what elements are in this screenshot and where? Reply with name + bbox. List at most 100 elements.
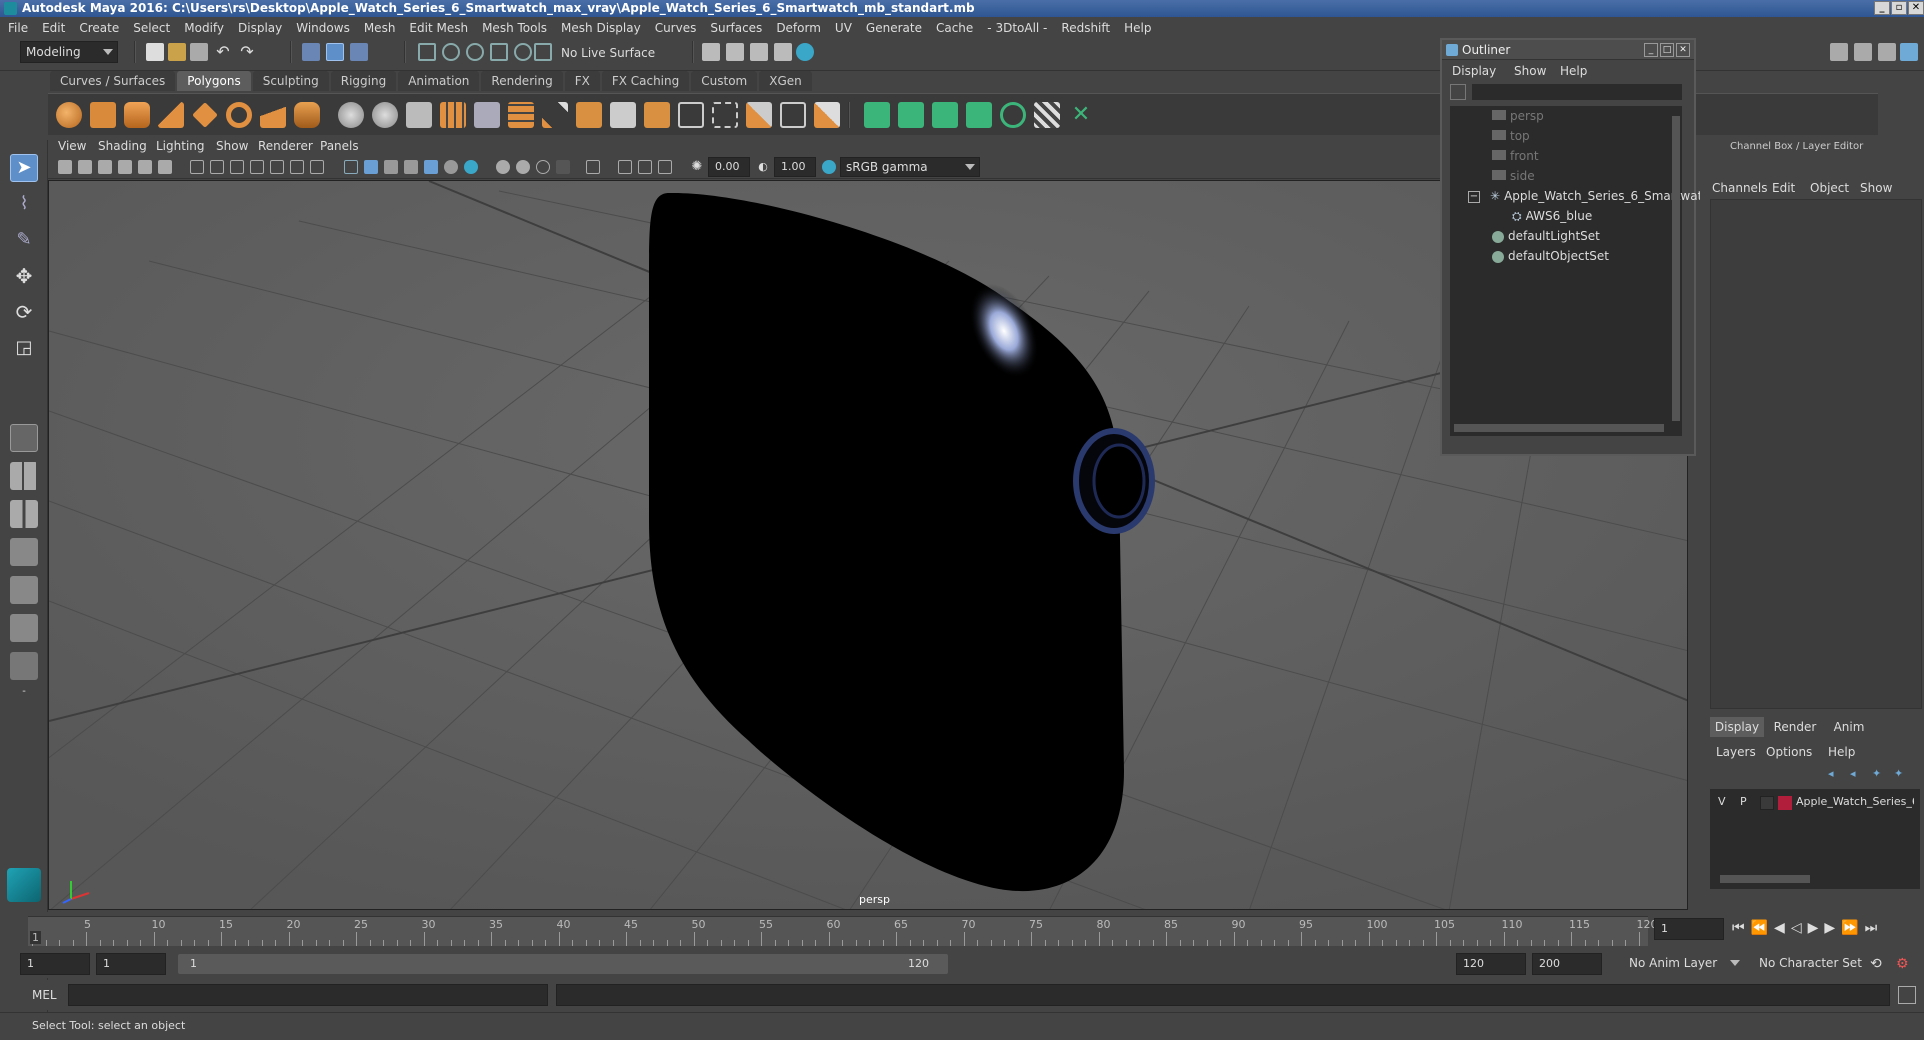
layer-color-swatch[interactable] [1778,796,1792,810]
poly-pipe-icon[interactable] [294,102,320,128]
reduce-icon[interactable] [474,102,500,128]
outliner-minimize-button[interactable]: _ [1644,43,1658,57]
lasso-tool-icon[interactable]: ⌇ [10,190,38,218]
smooth-shade-icon[interactable] [364,160,378,174]
panel-menu-show[interactable]: Show [216,139,248,153]
panel-menu-shading[interactable]: Shading [98,139,147,153]
outliner-filter-icon[interactable] [1450,84,1466,100]
insert-edge-loop-icon[interactable] [678,102,704,128]
current-frame-field[interactable]: 1 [1654,918,1724,940]
ambient-occlusion-icon[interactable] [464,160,478,174]
outliner-item[interactable]: ⛭ AWS6_blue [1512,206,1592,226]
menu-display[interactable]: Display [238,21,282,35]
rotate-tool-icon[interactable]: ⟳ [10,298,38,326]
shelf-tab-polygons[interactable]: Polygons [177,71,251,91]
close-button[interactable]: ✕ [1908,1,1924,15]
layer-playback-toggle[interactable]: P [1740,795,1747,808]
single-perspective-layout-icon[interactable] [10,424,38,452]
paint-select-tool-icon[interactable]: ✎ [10,226,38,254]
view-transform-dropdown[interactable]: sRGB gamma [840,157,980,177]
layout-expand-icon[interactable]: - [10,686,38,700]
outliner-menu-display[interactable]: Display [1452,64,1496,78]
mirror-icon[interactable] [406,102,432,128]
minimize-button[interactable]: _ [1874,1,1890,15]
layer-menu-layers[interactable]: Layers [1716,745,1756,759]
playback-end-field[interactable]: 120 [1456,953,1526,975]
outliner-title-bar[interactable]: Outliner _ □ ✕ [1442,40,1694,60]
outliner-item[interactable]: persp [1492,106,1544,126]
layer-tab-display[interactable]: Display [1710,717,1764,737]
poly-torus-icon[interactable] [226,102,252,128]
camera-attributes-icon[interactable] [78,160,92,174]
layer-scrollbar[interactable] [1720,875,1810,883]
merge-icon[interactable] [746,102,772,128]
outliner-menu-help[interactable]: Help [1560,64,1587,78]
layer-menu-help[interactable]: Help [1828,745,1855,759]
shelf-tab-sculpting[interactable]: Sculpting [252,71,329,91]
outliner-search-field[interactable] [1472,84,1682,100]
command-language-label[interactable]: MEL [32,988,57,1002]
hypershade-icon[interactable] [774,43,792,61]
snap-grid-icon[interactable] [418,43,436,61]
bookmarks-icon[interactable] [98,160,112,174]
layer-tab-render[interactable]: Render [1768,717,1822,737]
select-tool-icon[interactable]: ➤ [10,154,38,182]
script-editor-icon[interactable] [1898,986,1916,1004]
poly-prism-icon[interactable] [260,102,286,128]
toggle-tool-settings-icon[interactable] [1878,43,1896,61]
target-weld-icon[interactable] [780,102,806,128]
uv-spherical-icon[interactable] [932,102,958,128]
menu-set-dropdown[interactable]: Modeling [20,41,118,63]
field-chart-icon[interactable] [270,160,284,174]
toggle-modeling-toolkit-icon[interactable] [1830,43,1848,61]
channel-menu-edit[interactable]: Edit [1772,181,1795,195]
open-scene-icon[interactable] [168,43,186,61]
poly-cone-icon[interactable] [158,102,184,128]
range-slider[interactable]: 1 120 [178,954,948,974]
four-view-layout-icon[interactable] [10,462,38,490]
persp-graph-layout-icon[interactable] [10,538,38,566]
snap-curve-icon[interactable] [442,43,460,61]
outliner-item[interactable]: front [1492,146,1539,166]
fill-hole-icon[interactable] [814,102,840,128]
outliner-item[interactable]: defaultObjectSet [1492,246,1609,266]
channel-menu-channels[interactable]: Channels [1712,181,1768,195]
color-management-icon[interactable] [822,160,836,174]
snap-point-icon[interactable] [466,43,484,61]
persp-outliner-layout-icon[interactable] [10,500,38,528]
character-set-dropdown[interactable]: No Character Set [1754,953,1866,975]
outliner-maximize-button[interactable]: □ [1660,43,1674,57]
layer-tab-anim[interactable]: Anim [1824,717,1874,737]
current-time-marker[interactable]: 1 [30,931,41,944]
resolution-gate-icon[interactable] [230,160,244,174]
menu-help[interactable]: Help [1124,21,1151,35]
play-backward-icon[interactable]: ◁ [1791,920,1808,936]
menu-3dtoall[interactable]: - 3DtoAll - [987,21,1047,35]
select-camera-icon[interactable] [58,160,72,174]
playback-start-field[interactable]: 1 [96,953,166,975]
anti-aliasing-icon[interactable] [516,160,530,174]
outliner-menu-show[interactable]: Show [1514,64,1546,78]
safe-title-icon[interactable] [310,160,324,174]
shelf-tab-rendering[interactable]: Rendering [481,71,563,91]
render-frame-icon[interactable] [702,43,720,61]
poly-sphere-icon[interactable] [56,102,82,128]
menu-generate[interactable]: Generate [866,21,922,35]
live-surface-field[interactable]: No Live Surface [556,43,664,65]
hud-icon[interactable] [658,160,672,174]
render-settings-icon[interactable] [750,43,768,61]
collapse-icon[interactable]: − [1468,190,1480,203]
uv-editor-icon[interactable] [1034,102,1060,128]
outliner-vertical-scrollbar[interactable] [1672,116,1680,421]
menu-edit-mesh[interactable]: Edit Mesh [409,21,468,35]
undo-icon[interactable]: ↶ [214,43,232,61]
time-ruler[interactable]: 5 10 15 20 25 30 35 40 45 50 55 60 65 70 75 80 85 90 95 100… [28,916,1658,946]
layer-row[interactable]: V P Apple_Watch_Series_6 [1714,793,1914,813]
poly-cylinder-icon[interactable] [124,102,150,128]
isolate-select-icon[interactable] [556,160,570,174]
grid-toggle-icon[interactable] [190,160,204,174]
step-back-key-icon[interactable]: ⏪ [1751,920,1774,936]
poly-plane-icon[interactable] [192,102,218,128]
shelf-tab-animation[interactable]: Animation [398,71,480,91]
ipr-render-icon[interactable] [726,43,744,61]
